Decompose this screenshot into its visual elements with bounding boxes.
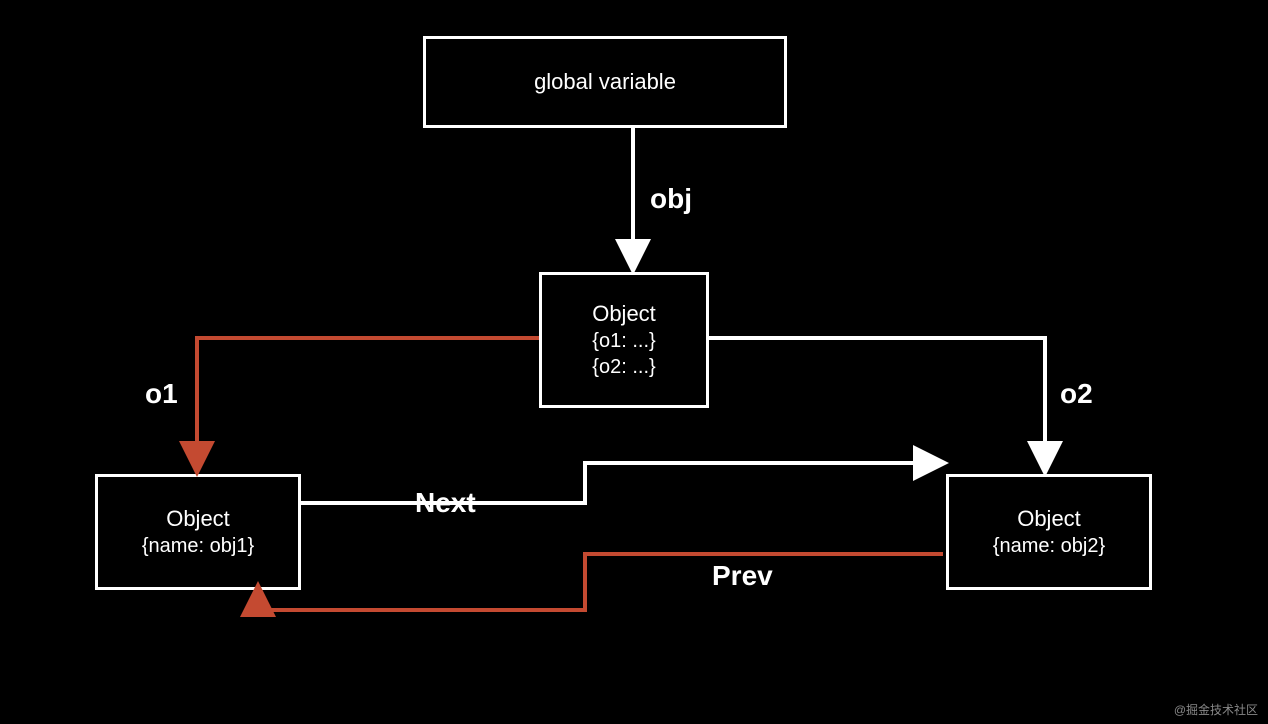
edge-label-prev: Prev [712, 560, 773, 592]
edge-next [298, 463, 943, 503]
edge-o2 [706, 338, 1045, 471]
node-obj2: Object {name: obj2} [946, 474, 1152, 590]
edge-o1 [197, 338, 539, 471]
edge-prev [258, 554, 943, 610]
watermark-text: @掘金技术社区 [1174, 701, 1258, 718]
edge-label-next: Next [415, 487, 476, 519]
edge-label-obj: obj [650, 183, 692, 215]
node-obj1: Object {name: obj1} [95, 474, 301, 590]
node-obj1-line1: {name: obj1} [142, 533, 254, 559]
node-obj: Object {o1: ...} {o2: ...} [539, 272, 709, 408]
node-obj1-title: Object [166, 505, 230, 534]
node-obj2-title: Object [1017, 505, 1081, 534]
node-global: global variable [423, 36, 787, 128]
node-obj2-line1: {name: obj2} [993, 533, 1105, 559]
node-obj-line1: {o1: ...} [592, 328, 655, 354]
edge-label-o1: o1 [145, 378, 178, 410]
node-obj-title: Object [592, 300, 656, 329]
edge-label-o2: o2 [1060, 378, 1093, 410]
node-obj-line2: {o2: ...} [592, 354, 655, 380]
node-global-title: global variable [534, 68, 676, 97]
